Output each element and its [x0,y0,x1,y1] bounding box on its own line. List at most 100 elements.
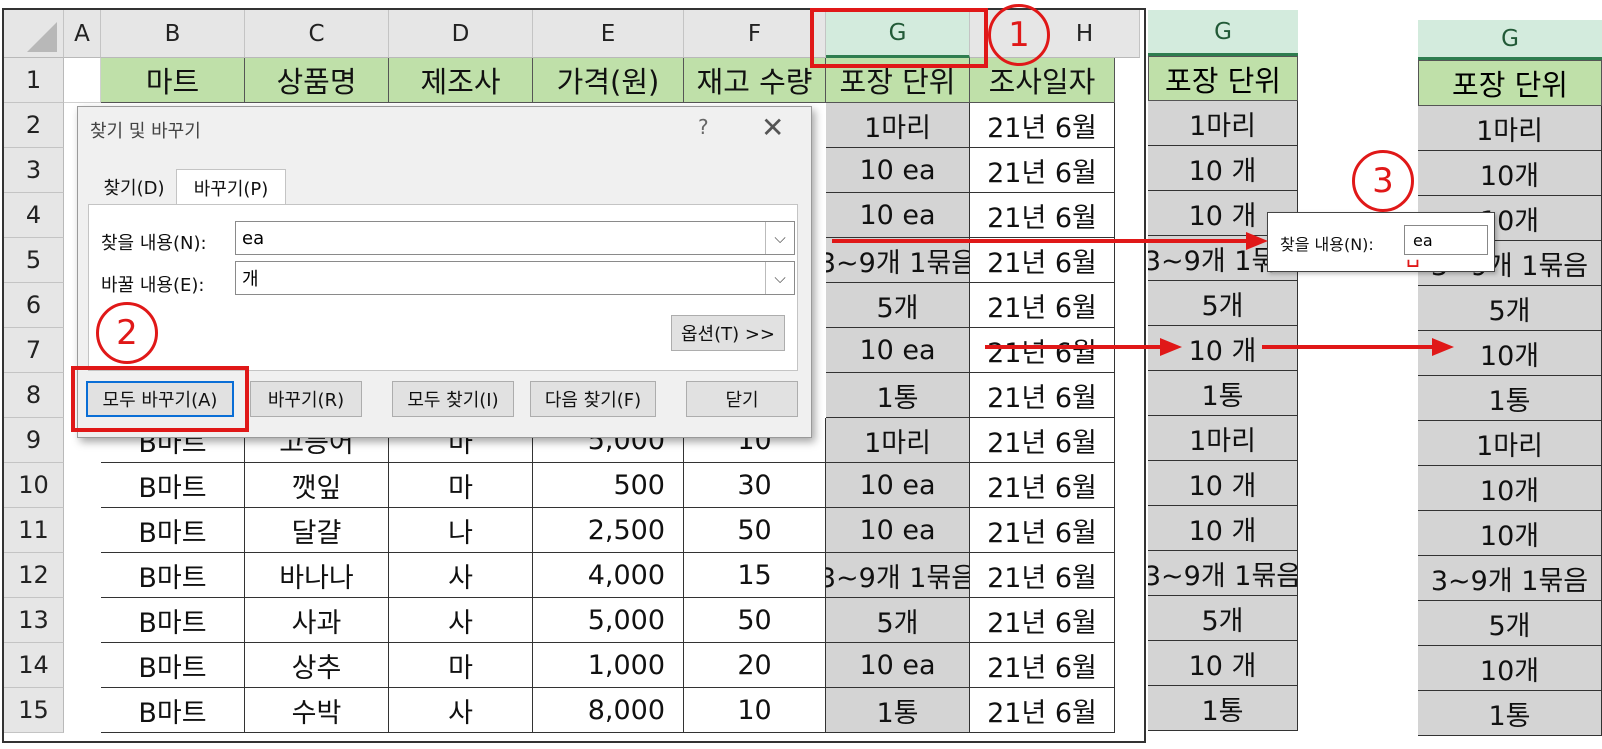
cell-h6[interactable]: 21년 6월 [970,283,1115,328]
table-cell[interactable]: 1마리 [1148,416,1298,461]
header-cell[interactable]: 포장 단위 [1418,60,1602,106]
table-cell[interactable]: 1통 [1418,691,1602,736]
table-cell[interactable]: 21년 6월 [970,598,1115,643]
table-cell[interactable]: 10개 [1418,151,1602,196]
table-cell[interactable]: 10 개 [1148,506,1298,551]
row-header-6[interactable]: 6 [4,283,64,328]
table-cell[interactable]: 10 ea [826,643,970,688]
table-cell[interactable]: 50 [684,598,826,643]
table-cell[interactable]: 20 [684,643,826,688]
cell-h7[interactable]: 21년 6월 [970,328,1115,373]
cell-g5[interactable]: 3~9개 1묶음 [826,238,970,283]
close-button[interactable]: 닫기 [686,381,798,417]
table-cell[interactable]: 마 [389,643,533,688]
cell-h3[interactable]: 21년 6월 [970,148,1115,193]
row-header-11[interactable]: 11 [4,508,64,553]
table-cell[interactable]: 10개 [1418,466,1602,511]
table-cell[interactable]: 50 [684,508,826,553]
table-cell[interactable]: 10 [684,688,826,733]
column-header-e[interactable]: E [533,10,684,58]
table-cell[interactable]: B마트 [101,553,245,598]
table-cell[interactable]: 달걀 [245,508,389,553]
chevron-down-icon[interactable]: ⌵ [765,262,794,294]
table-cell[interactable]: 1마리 [1148,101,1298,146]
options-button[interactable]: 옵션(T) >> [671,315,785,351]
cell-h8[interactable]: 21년 6월 [970,373,1115,418]
table-cell[interactable]: 5,000 [533,598,684,643]
table-cell[interactable]: 5개 [1148,281,1298,326]
table-cell[interactable]: 21년 6월 [970,508,1115,553]
cell-h5[interactable]: 21년 6월 [970,238,1115,283]
table-cell[interactable]: 3~9개 1묶음 [1148,551,1298,596]
table-cell[interactable]: 10 ea [826,508,970,553]
table-cell[interactable]: 사 [389,553,533,598]
table-cell[interactable]: 21년 6월 [970,463,1115,508]
row-header-8[interactable]: 8 [4,373,64,418]
cell-g4[interactable]: 10 ea [826,193,970,238]
table-cell[interactable]: B마트 [101,688,245,733]
row-header-4[interactable]: 4 [4,193,64,238]
table-cell[interactable]: 21년 6월 [970,553,1115,598]
table-cell[interactable]: 사과 [245,598,389,643]
column-header-f[interactable]: F [684,10,826,58]
find-input[interactable]: ea ⌵ [235,221,795,255]
find-next-button[interactable]: 다음 찾기(F) [530,381,656,417]
cell-a1[interactable] [64,58,101,103]
table-cell[interactable]: 500 [533,463,684,508]
table-cell[interactable]: 5개 [1148,596,1298,641]
row-header-15[interactable]: 15 [4,688,64,733]
table-cell[interactable]: 1통 [1418,376,1602,421]
table-cell[interactable]: 21년 6월 [970,418,1115,463]
tab-find[interactable]: 찾기(D) [92,169,176,205]
table-cell[interactable]: 10 개 [1148,461,1298,506]
column-header-d[interactable]: D [389,10,533,58]
table-cell[interactable]: 10 ea [826,463,970,508]
cell-h1[interactable]: 조사일자 [970,58,1115,103]
find-all-button[interactable]: 모두 찾기(I) [392,381,514,417]
cell-b1[interactable]: 마트 [101,58,245,103]
cell-h2[interactable]: 21년 6월 [970,103,1115,148]
table-cell[interactable]: 10개 [1418,511,1602,556]
table-cell[interactable]: 수박 [245,688,389,733]
replace-input[interactable]: 개 ⌵ [235,261,795,295]
row-header-5[interactable]: 5 [4,238,64,283]
column-header-g[interactable]: G [1148,10,1298,56]
table-cell[interactable]: 15 [684,553,826,598]
header-cell[interactable]: 포장 단위 [1148,56,1298,101]
table-cell[interactable]: 5개 [826,598,970,643]
row-header-13[interactable]: 13 [4,598,64,643]
cell-g6[interactable]: 5개 [826,283,970,328]
table-cell[interactable]: 1마리 [826,418,970,463]
row-header-9[interactable]: 9 [4,418,64,463]
table-cell[interactable]: 1마리 [1418,421,1602,466]
column-header-g[interactable]: G [1418,20,1602,60]
cell-f1[interactable]: 재고 수량 [684,58,826,103]
cell-e1[interactable]: 가격(원) [533,58,684,103]
row-header-2[interactable]: 2 [4,103,64,148]
row-header-7[interactable]: 7 [4,328,64,373]
table-cell[interactable]: 10 개 [1148,641,1298,686]
column-header-b[interactable]: B [101,10,245,58]
table-cell[interactable]: 1통 [1148,371,1298,416]
cell-c1[interactable]: 상품명 [245,58,389,103]
table-cell[interactable]: 1통 [826,688,970,733]
cell-g3[interactable]: 10 ea [826,148,970,193]
table-cell[interactable]: B마트 [101,508,245,553]
table-cell[interactable]: 상추 [245,643,389,688]
table-cell[interactable]: 10개 [1418,646,1602,691]
column-header-a[interactable]: A [64,10,101,58]
table-cell[interactable]: 3~9개 1묶음 [826,553,970,598]
cell-g8[interactable]: 1통 [826,373,970,418]
row-header-1[interactable]: 1 [4,58,64,103]
table-cell[interactable]: 깻잎 [245,463,389,508]
cell-d1[interactable]: 제조사 [389,58,533,103]
table-cell[interactable]: 1,000 [533,643,684,688]
select-all-corner[interactable] [4,10,64,58]
table-cell[interactable]: 사 [389,598,533,643]
table-cell[interactable]: B마트 [101,463,245,508]
close-icon[interactable]: ✕ [761,111,784,144]
table-cell[interactable]: 4,000 [533,553,684,598]
table-cell[interactable]: 21년 6월 [970,643,1115,688]
cell-g7[interactable]: 10 ea [826,328,970,373]
table-cell[interactable]: 21년 6월 [970,688,1115,733]
